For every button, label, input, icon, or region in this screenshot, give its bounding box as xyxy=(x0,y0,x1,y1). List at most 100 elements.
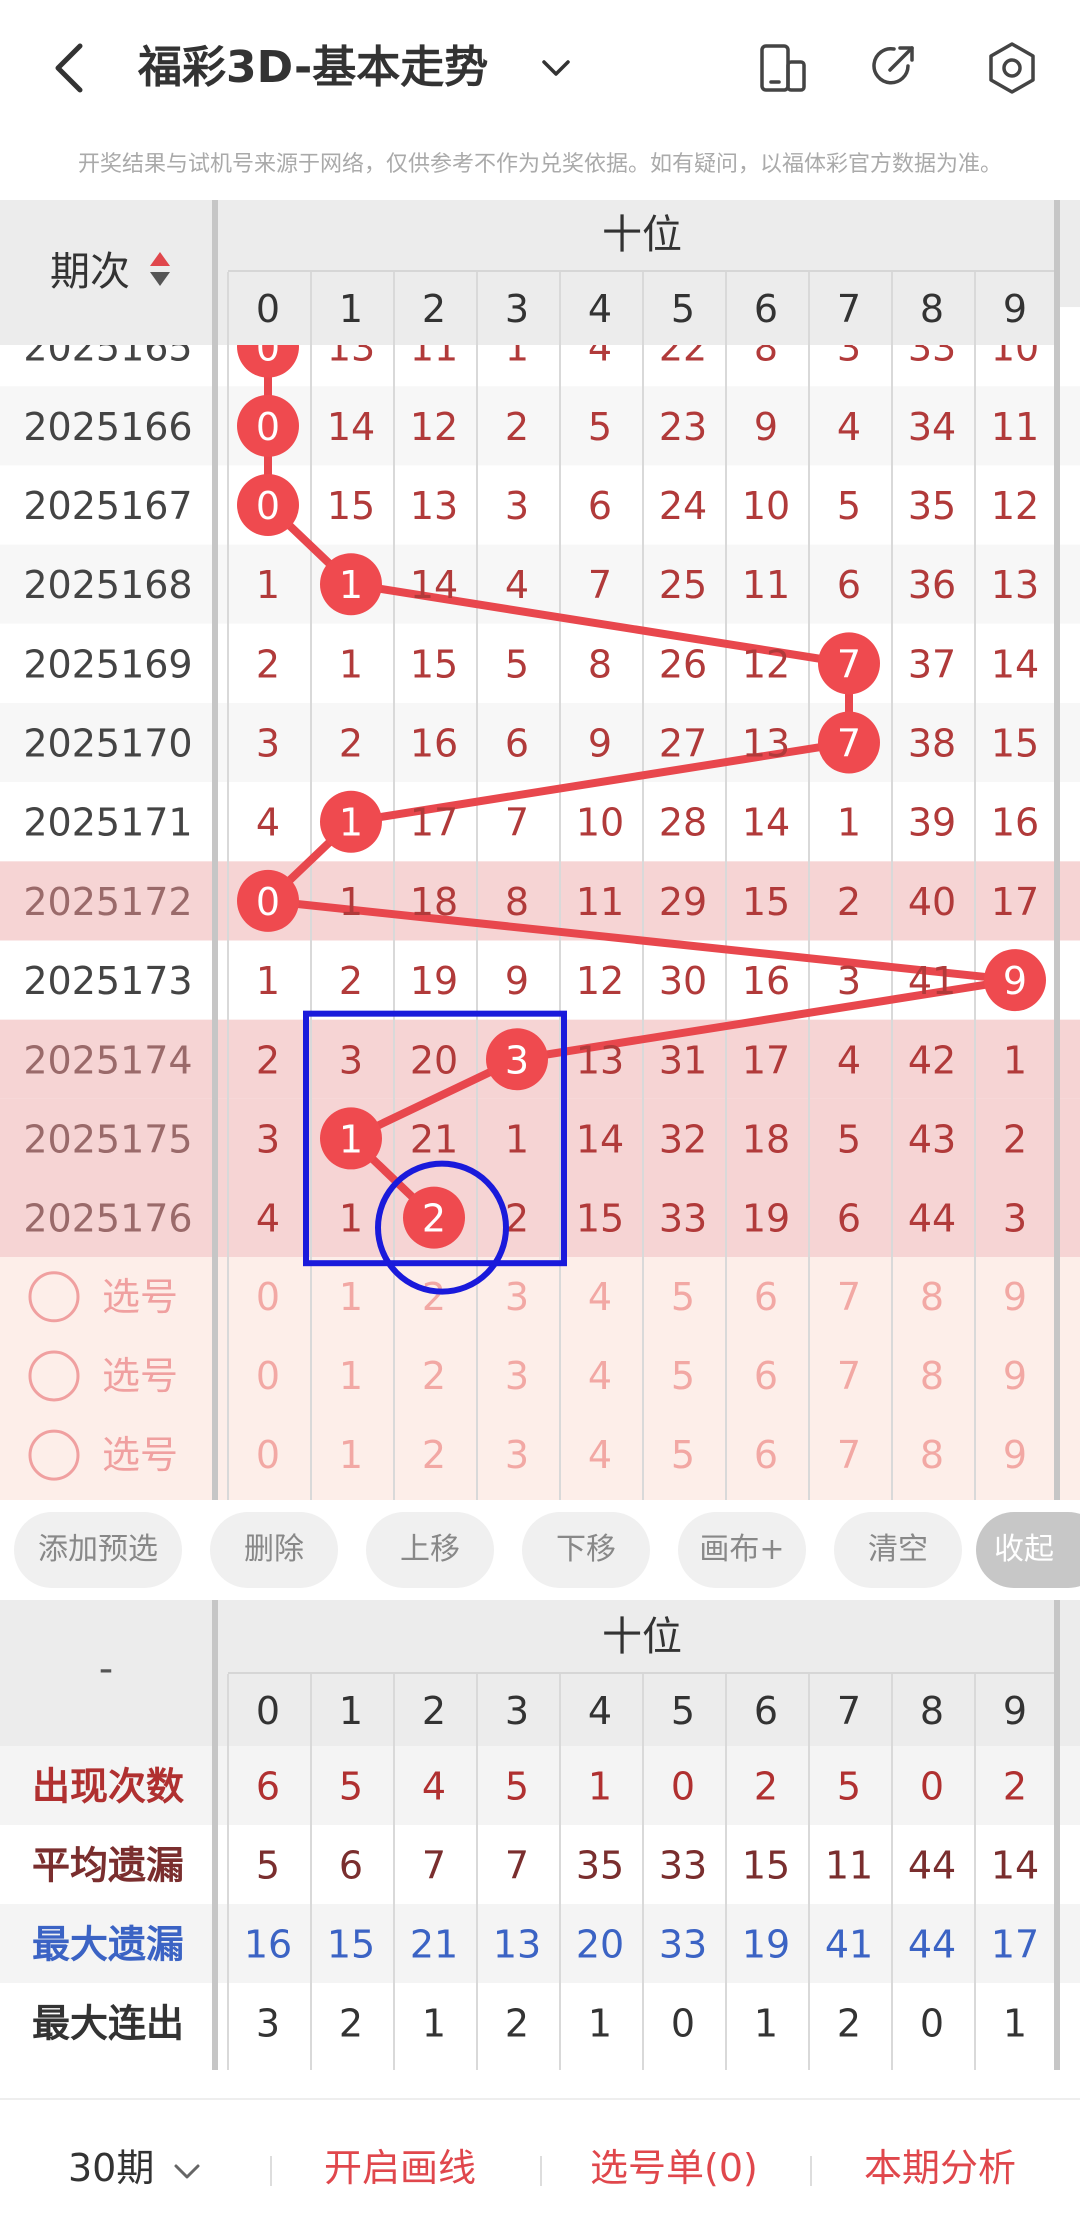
select-digit[interactable]: 5 xyxy=(671,1275,695,1319)
period-number: 2025176 xyxy=(23,1197,192,1241)
miss-count: 4 xyxy=(256,1197,280,1241)
miss-count: 16 xyxy=(991,801,1039,845)
select-digit[interactable]: 5 xyxy=(671,1354,695,1398)
select-digit[interactable]: 7 xyxy=(837,1275,861,1319)
select-digit[interactable]: 3 xyxy=(505,1433,529,1477)
miss-count: 27 xyxy=(659,722,707,766)
stats-value: 2 xyxy=(339,2002,363,2046)
column-divider-thick xyxy=(1054,1600,1060,2070)
stats-value: 17 xyxy=(991,1923,1039,1967)
hit-ball-number: 7 xyxy=(837,642,861,686)
section-header: 十位 xyxy=(602,212,682,258)
digit-header: 8 xyxy=(920,287,944,331)
stats-digit-header: 0 xyxy=(256,1689,280,1733)
select-digit[interactable]: 0 xyxy=(256,1433,280,1477)
select-digit[interactable]: 9 xyxy=(1003,1354,1027,1398)
delete-button[interactable]: 删除 xyxy=(210,1512,338,1588)
miss-count: 8 xyxy=(588,642,612,686)
miss-count: 14 xyxy=(327,405,375,449)
stats-value: 1 xyxy=(588,1765,612,1809)
select-digit[interactable]: 4 xyxy=(588,1433,612,1477)
share-icon[interactable] xyxy=(868,40,920,92)
settings-icon[interactable] xyxy=(984,40,1040,96)
miss-count: 1 xyxy=(339,642,363,686)
column-divider xyxy=(642,272,644,1500)
miss-count: 14 xyxy=(742,801,790,845)
add-preselect-button[interactable]: 添加预选 xyxy=(14,1512,182,1588)
period-header[interactable]: 期次 xyxy=(50,249,130,295)
select-digit[interactable]: 4 xyxy=(588,1275,612,1319)
miss-count: 8 xyxy=(505,880,529,924)
hit-ball-number: 1 xyxy=(339,1117,363,1161)
select-digit[interactable]: 1 xyxy=(339,1433,363,1477)
stats-value: 2 xyxy=(505,2002,529,2046)
miss-count: 17 xyxy=(742,1038,790,1082)
clear-button[interactable]: 清空 xyxy=(834,1512,962,1588)
select-digit[interactable]: 3 xyxy=(505,1275,529,1319)
back-arrow-icon[interactable] xyxy=(42,38,102,98)
select-label[interactable]: 选号 xyxy=(102,1354,178,1398)
stats-value: 2 xyxy=(837,2002,861,2046)
stats-digit-header: 1 xyxy=(339,1689,363,1733)
select-digit[interactable]: 1 xyxy=(339,1354,363,1398)
move-down-button[interactable]: 下移 xyxy=(522,1512,650,1588)
canvas-plus-button[interactable]: 画布+ xyxy=(678,1512,806,1588)
stats-digit-header: 6 xyxy=(754,1689,778,1733)
select-digit[interactable]: 2 xyxy=(422,1433,446,1477)
select-digit[interactable]: 6 xyxy=(754,1433,778,1477)
move-up-button[interactable]: 上移 xyxy=(366,1512,494,1588)
column-divider xyxy=(974,272,976,345)
page-title[interactable]: 福彩3D-基本走势 xyxy=(138,38,488,98)
select-digit[interactable]: 8 xyxy=(920,1275,944,1319)
miss-count: 18 xyxy=(742,1117,790,1161)
select-digit[interactable]: 9 xyxy=(1003,1275,1027,1319)
select-digit[interactable]: 0 xyxy=(256,1354,280,1398)
select-digit[interactable]: 7 xyxy=(837,1354,861,1398)
select-digit[interactable]: 1 xyxy=(339,1275,363,1319)
miss-count: 11 xyxy=(576,880,624,924)
miss-count: 1 xyxy=(339,1197,363,1241)
column-divider xyxy=(559,1674,561,2070)
select-digit[interactable]: 9 xyxy=(1003,1433,1027,1477)
select-digit[interactable]: 4 xyxy=(588,1354,612,1398)
column-divider xyxy=(725,1674,727,2070)
select-digit[interactable]: 2 xyxy=(422,1275,446,1319)
select-label[interactable]: 选号 xyxy=(102,1275,178,1319)
column-divider xyxy=(227,272,229,1500)
select-digit[interactable]: 6 xyxy=(754,1354,778,1398)
stats-value: 1 xyxy=(1003,2002,1027,2046)
select-digit[interactable]: 8 xyxy=(920,1354,944,1398)
period-selector[interactable]: 30期 xyxy=(68,2138,204,2198)
stats-value: 6 xyxy=(339,1844,363,1888)
select-digit[interactable]: 7 xyxy=(837,1433,861,1477)
device-layout-icon[interactable] xyxy=(758,42,808,94)
stats-value: 1 xyxy=(754,2002,778,2046)
period-analysis-button[interactable]: 本期分析 xyxy=(864,2138,1016,2198)
miss-count: 18 xyxy=(410,880,458,924)
select-digit[interactable]: 8 xyxy=(920,1433,944,1477)
period-label: 30期 xyxy=(68,2146,155,2190)
miss-count: 13 xyxy=(742,722,790,766)
select-digit[interactable]: 0 xyxy=(256,1275,280,1319)
miss-count: 6 xyxy=(588,484,612,528)
miss-count: 2 xyxy=(339,722,363,766)
stats-value: 5 xyxy=(256,1844,280,1888)
column-divider xyxy=(476,1674,478,2070)
digit-header: 5 xyxy=(671,287,695,331)
select-digit[interactable]: 5 xyxy=(671,1433,695,1477)
draw-lines-button[interactable]: 开启画线 xyxy=(324,2138,476,2198)
select-label[interactable]: 选号 xyxy=(102,1433,178,1477)
selection-list-button[interactable]: 选号单(0) xyxy=(590,2138,758,2198)
miss-count: 40 xyxy=(908,880,956,924)
stats-value: 1 xyxy=(422,2002,446,2046)
chevron-down-icon[interactable] xyxy=(536,48,576,88)
select-digit[interactable]: 2 xyxy=(422,1354,446,1398)
chevron-down-icon xyxy=(174,2164,200,2178)
miss-count: 9 xyxy=(588,722,612,766)
select-digit[interactable]: 6 xyxy=(754,1275,778,1319)
collapse-button[interactable]: 收起 xyxy=(976,1512,1080,1588)
stats-value: 0 xyxy=(920,2002,944,2046)
miss-count: 2 xyxy=(837,880,861,924)
select-digit[interactable]: 3 xyxy=(505,1354,529,1398)
miss-count: 36 xyxy=(908,563,956,607)
